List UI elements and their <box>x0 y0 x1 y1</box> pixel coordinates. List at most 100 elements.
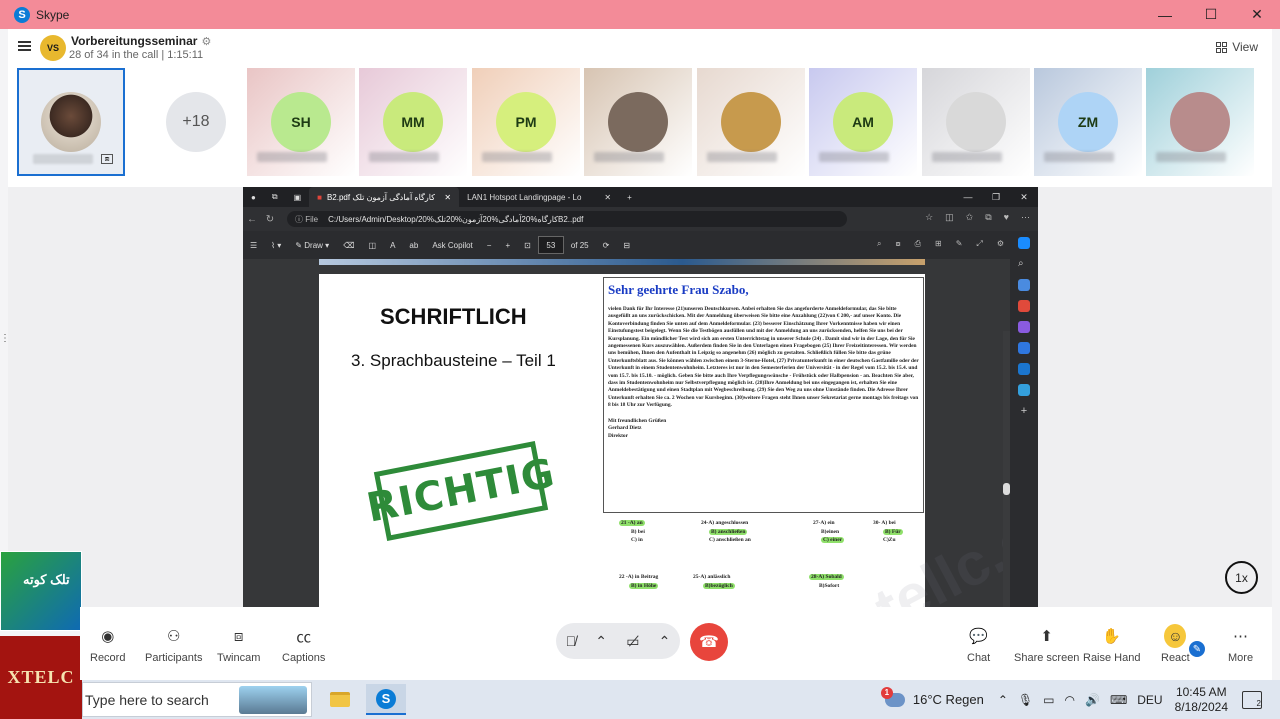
participant-tile[interactable] <box>1146 68 1254 176</box>
fullscreen-icon[interactable]: ⤢ <box>976 239 982 249</box>
rotate-icon[interactable]: ⟳ <box>596 241 617 250</box>
gear-icon[interactable]: ⚙ <box>201 36 211 48</box>
record-button[interactable]: ◉ Record <box>90 625 125 664</box>
clock[interactable]: 10:45 AM 8/18/2024 <box>1175 685 1228 715</box>
new-tab-button[interactable]: + <box>619 187 640 207</box>
collections-icon[interactable]: ⧉ <box>985 212 991 223</box>
ask-copilot-button[interactable]: Ask Copilot <box>425 241 479 250</box>
twincam-button[interactable]: ⧈ Twincam <box>217 625 260 665</box>
vertical-tabs-icon[interactable]: ▣ <box>286 187 310 207</box>
draw-button[interactable]: ✎ Draw ▾ <box>288 241 336 250</box>
copilot-icon[interactable] <box>1018 237 1030 249</box>
mic-muted-icon[interactable]: 🎙̸ <box>566 633 577 649</box>
participant-tile[interactable] <box>584 68 692 176</box>
show-hidden-icons-icon[interactable]: ⌃ <box>998 693 1008 707</box>
volume-icon[interactable]: 🔊 <box>1085 693 1100 707</box>
profile-icon[interactable]: ● <box>243 187 264 207</box>
settings-more-icon[interactable]: ⋯ <box>1021 212 1030 223</box>
favorites-icon[interactable]: ✩ <box>966 212 974 223</box>
immersive-icon[interactable]: ⧇ <box>896 239 901 249</box>
skype-taskbar-button[interactable]: S <box>366 684 406 715</box>
text-icon[interactable]: A <box>383 241 402 250</box>
self-video-tile[interactable]: ⧈ <box>17 68 125 176</box>
mic-options-chevron-icon[interactable]: ⌃ <box>595 633 607 650</box>
print-icon[interactable]: ⎙ <box>915 239 921 249</box>
chat-button[interactable]: 💬 Chat <box>967 625 990 664</box>
read-aloud-icon[interactable]: ab <box>402 241 425 250</box>
tab-pdf[interactable]: ■ B2.pdf کارگاه آمادگی آزمون تلک ✕ <box>309 187 460 207</box>
back-icon[interactable]: ← <box>243 214 261 225</box>
contents-icon[interactable]: ☰ <box>243 241 264 250</box>
notification-icon[interactable]: 2 <box>1242 690 1262 709</box>
split-screen-icon[interactable]: ◫ <box>945 212 954 223</box>
fit-page-icon[interactable]: ⊡ <box>517 241 538 250</box>
participant-tile[interactable]: SH <box>247 68 355 176</box>
minimize-button[interactable]: — <box>1142 0 1188 29</box>
zoom-in-icon[interactable]: + <box>498 241 517 250</box>
share-screen-button[interactable]: ⬆ Share screen <box>1014 625 1079 664</box>
browser-close-button[interactable]: ✕ <box>1010 187 1038 207</box>
maximize-button[interactable]: ☐ <box>1188 0 1234 29</box>
pdf-scrollbar[interactable] <box>1003 331 1010 607</box>
outlook-icon[interactable] <box>1018 363 1030 375</box>
page-number-input[interactable]: 53 <box>537 236 564 254</box>
more-button[interactable]: ⋯ More <box>1228 625 1253 664</box>
weather-widget[interactable]: 1 16°C Regen <box>880 686 984 707</box>
find-icon[interactable]: ⌕ <box>877 239 881 249</box>
end-call-button[interactable]: ☎ <box>690 623 728 661</box>
search-icon[interactable]: ⌕ <box>1018 258 1030 270</box>
language-indicator[interactable]: DEU <box>1137 693 1162 707</box>
ad-thumbnail[interactable]: تلک کوته <box>0 551 82 631</box>
react-button[interactable]: ☺ React <box>1161 624 1190 664</box>
zoom-out-icon[interactable]: − <box>480 241 499 250</box>
participant-tile[interactable]: MM <box>359 68 467 176</box>
tools-icon[interactable] <box>1018 300 1030 312</box>
participant-tile[interactable]: AM <box>809 68 917 176</box>
extensions-icon[interactable]: ♥ <box>1004 212 1009 223</box>
close-button[interactable]: ✕ <box>1234 0 1280 29</box>
file-explorer-button[interactable] <box>320 684 360 715</box>
resize-handle[interactable]: ⋮ <box>0 333 10 344</box>
browser-minimize-button[interactable]: — <box>954 187 982 207</box>
participant-tile[interactable]: ZM <box>1034 68 1142 176</box>
more-participants-button[interactable]: +18 <box>166 92 226 152</box>
m365-icon[interactable] <box>1018 342 1030 354</box>
pdf-settings-icon[interactable]: ⚙ <box>997 239 1004 249</box>
eraser-icon[interactable]: ⌫ <box>336 241 361 250</box>
menu-icon[interactable] <box>18 41 31 51</box>
page-view-icon[interactable]: ⊟ <box>616 241 637 250</box>
camera-off-icon[interactable]: ▭̸ <box>626 633 639 650</box>
highlight-icon[interactable]: ⌇ ▾ <box>264 241 288 250</box>
save-as-icon[interactable]: ✎ <box>956 239 963 249</box>
playback-speed-button[interactable]: 1x <box>1225 561 1258 594</box>
wifi-icon[interactable]: ◠ <box>1065 693 1075 707</box>
close-tab-icon[interactable]: ✕ <box>596 193 611 202</box>
favorite-icon[interactable]: ☆ <box>925 212 933 223</box>
telegram-icon[interactable] <box>1018 384 1030 396</box>
camera-icon[interactable]: ▭ <box>1043 693 1054 707</box>
participant-tile[interactable] <box>922 68 1030 176</box>
tab-hotspot[interactable]: LAN1 Hotspot Landingpage - Lo ✕ <box>459 187 619 207</box>
group-avatar[interactable]: VS <box>40 35 66 61</box>
view-mode-icon[interactable]: ◫ <box>362 241 384 250</box>
taskbar-search[interactable]: Type here to search <box>82 682 312 717</box>
tag-icon[interactable] <box>1018 279 1030 291</box>
keyboard-icon[interactable]: ⌨ <box>1110 693 1127 707</box>
close-tab-icon[interactable]: ✕ <box>436 193 451 202</box>
browser-restore-button[interactable]: ❐ <box>982 187 1010 207</box>
captions-button[interactable]: ㏄ Captions <box>282 625 325 665</box>
refresh-icon[interactable]: ↻ <box>261 214 279 225</box>
games-icon[interactable] <box>1018 321 1030 333</box>
microphone-icon[interactable]: 🎙 <box>1018 693 1033 707</box>
group-name[interactable]: Vorbereitungsseminar <box>71 34 197 48</box>
address-bar[interactable]: ⓘ File C:/Users/Admin/Desktop/کارگاه%20آ… <box>287 211 847 227</box>
save-icon[interactable]: ⊞ <box>935 239 942 249</box>
participants-button[interactable]: ⚇ Participants <box>145 625 202 664</box>
tab-actions-icon[interactable]: ⧉ <box>264 187 286 207</box>
pen-icon[interactable]: ✎ <box>1187 639 1207 659</box>
raise-hand-button[interactable]: ✋ Raise Hand <box>1083 625 1140 664</box>
view-button[interactable]: View <box>1216 40 1258 54</box>
camera-options-chevron-icon[interactable]: ⌃ <box>659 633 671 650</box>
participant-tile[interactable] <box>697 68 805 176</box>
add-icon[interactable]: + <box>1018 405 1030 417</box>
